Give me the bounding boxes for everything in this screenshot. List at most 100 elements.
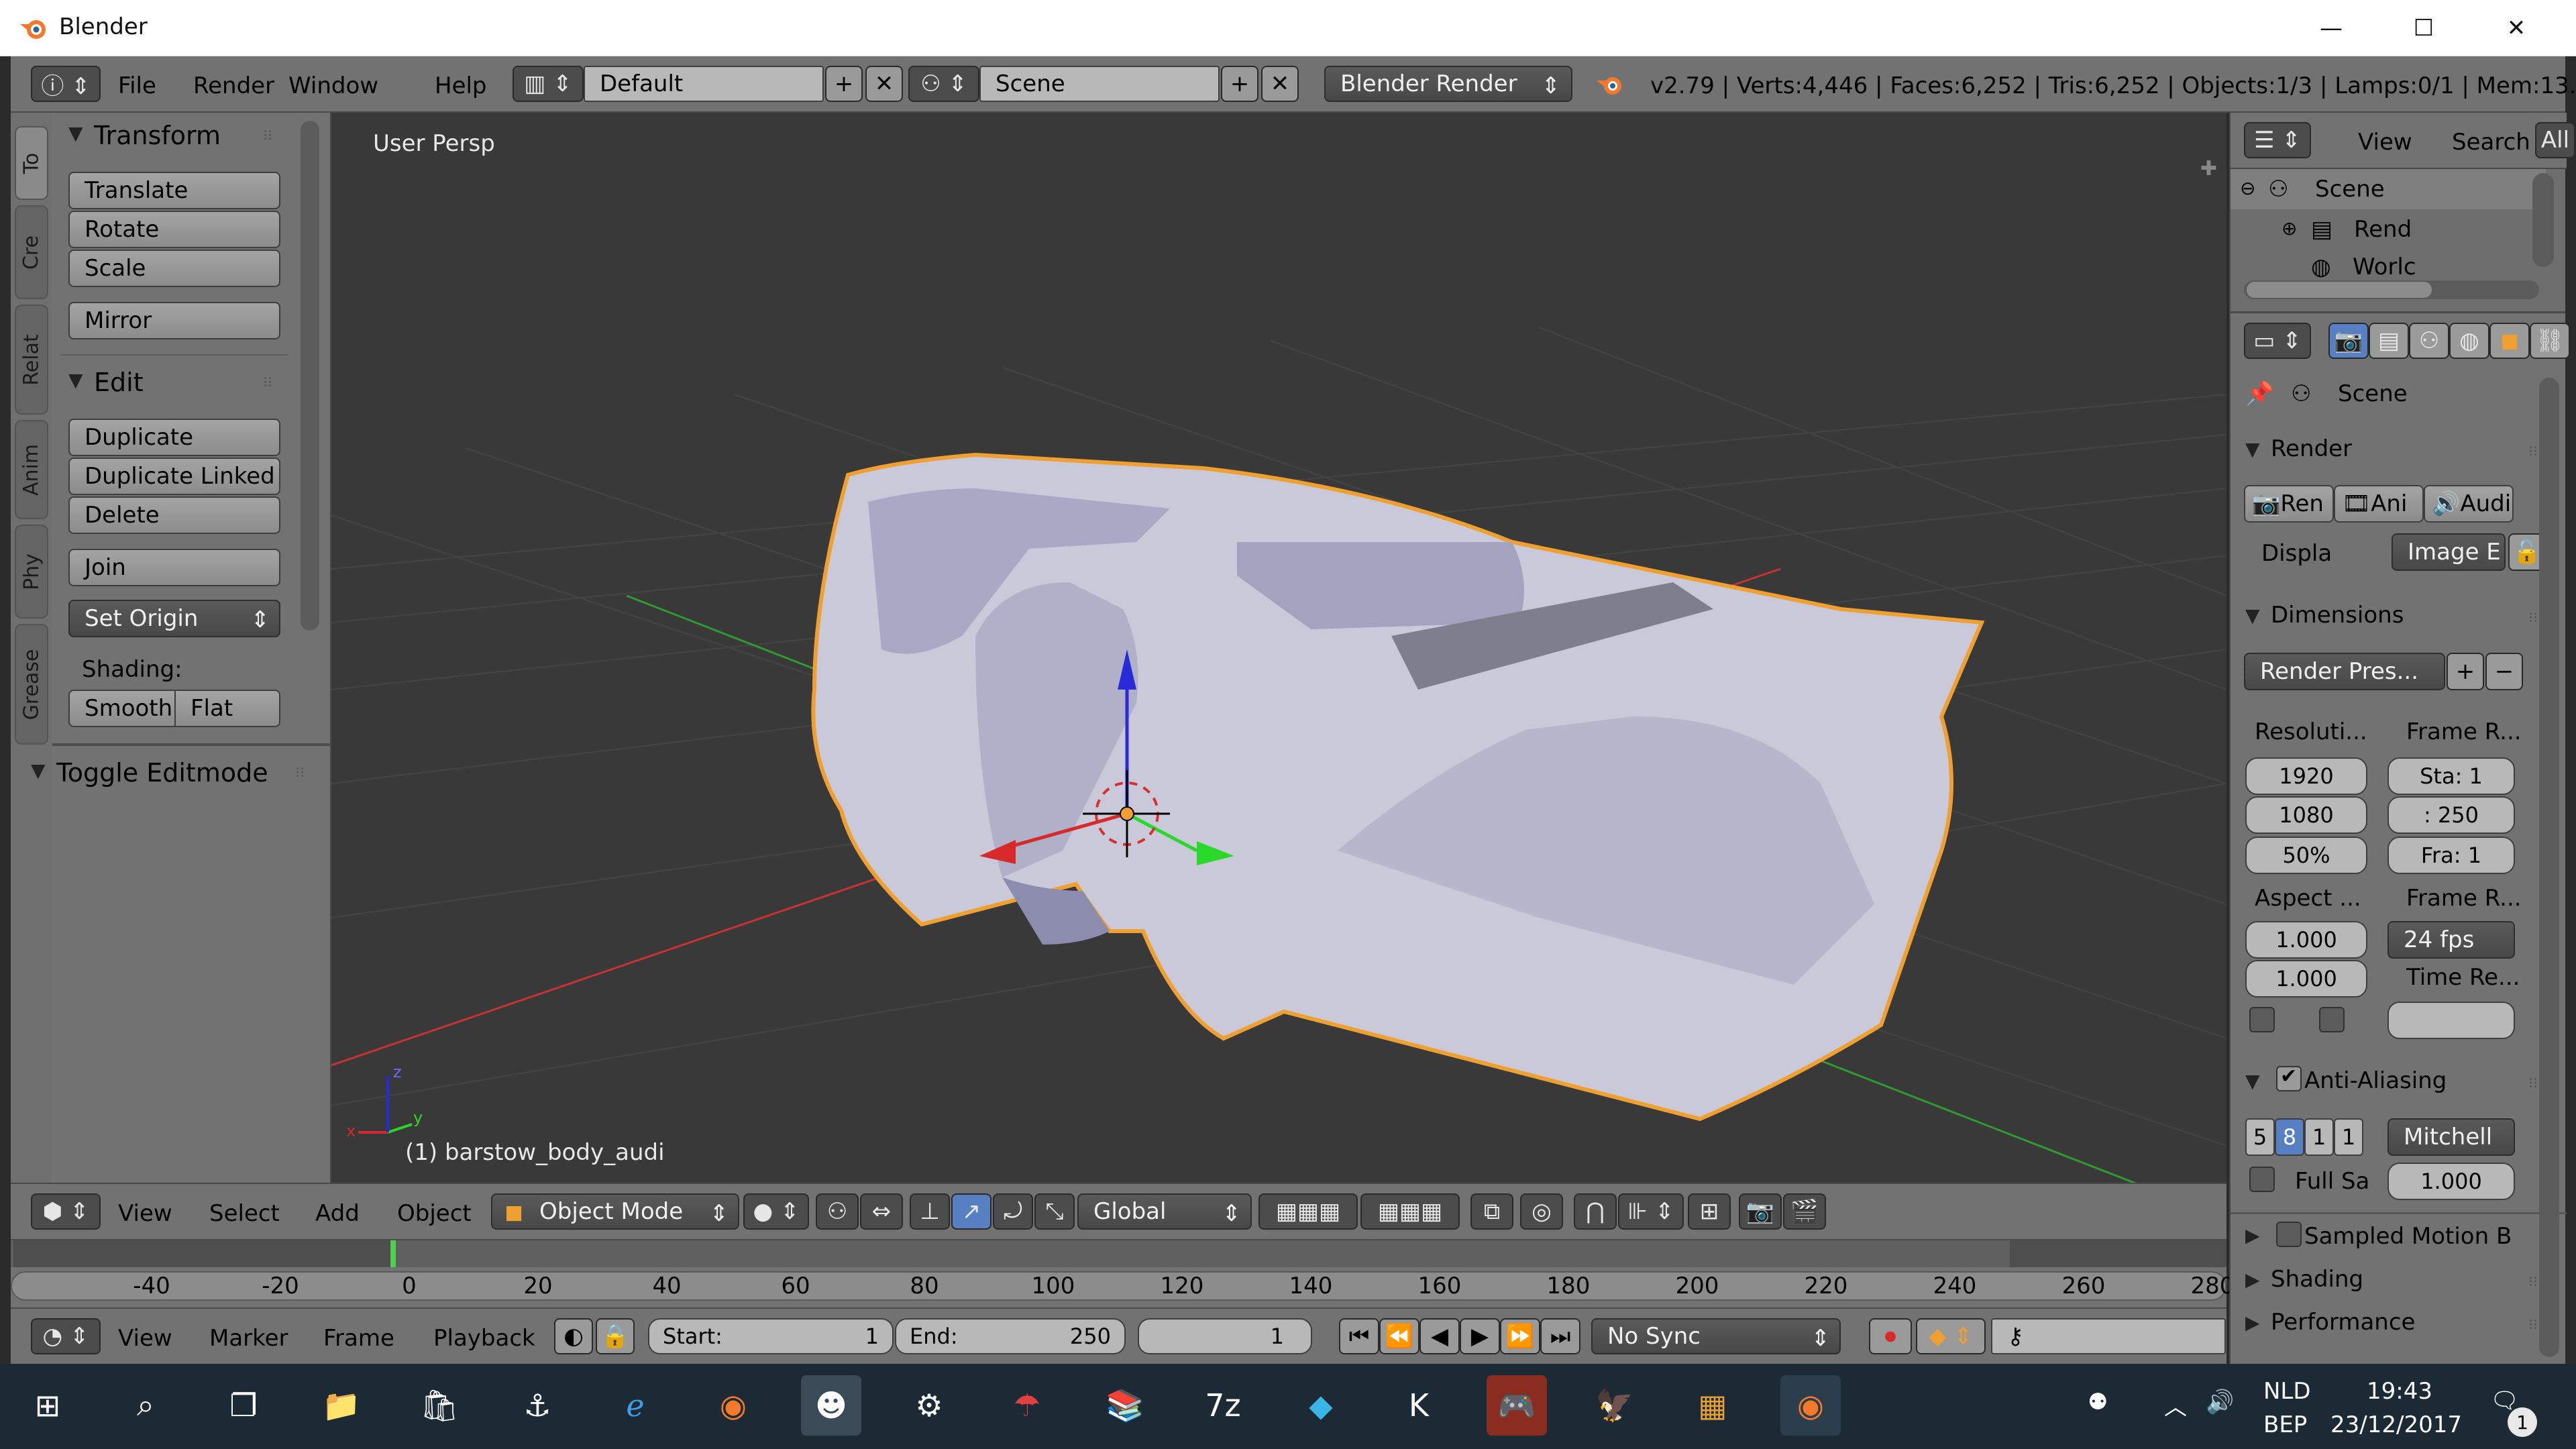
snap-magnet-icon[interactable]: ⋂ xyxy=(1574,1193,1617,1230)
7zip-icon[interactable]: 7z xyxy=(1193,1375,1253,1436)
maximize-button[interactable]: ☐ xyxy=(2377,0,2470,56)
menu-marker[interactable]: Marker xyxy=(209,1325,288,1352)
layer-lock-icon[interactable]: ⧉ xyxy=(1470,1193,1513,1230)
constraints-context-icon[interactable]: ⛓ xyxy=(2530,323,2570,359)
outliner-menu-view[interactable]: View xyxy=(2358,129,2412,156)
aa-samples-5[interactable]: 5 xyxy=(2245,1118,2275,1156)
frame-end-field[interactable]: : 250 xyxy=(2387,796,2515,834)
tab-relations[interactable]: Relat xyxy=(15,305,48,415)
start-frame-field[interactable]: Start: 1 xyxy=(648,1318,894,1354)
menu-add[interactable]: Add xyxy=(315,1200,360,1227)
filter-size-field[interactable]: 1.000 xyxy=(2387,1163,2515,1200)
manipulator-axis-icon[interactable]: ⊥ xyxy=(910,1193,950,1230)
editor-type-info-button[interactable]: ⓘ ⇕ xyxy=(31,66,101,102)
keying-set-field[interactable]: ⚷ xyxy=(1991,1318,2226,1354)
rotate-manipulator-icon[interactable]: ⤾ xyxy=(993,1193,1033,1230)
jump-start-icon[interactable]: ⏮ xyxy=(1339,1318,1379,1354)
frame-rate-dropdown[interactable]: 24 fps xyxy=(2387,921,2515,959)
expand-icon[interactable]: ⊕ xyxy=(2282,217,2297,239)
anti-aliasing-header[interactable]: Anti-Aliasing xyxy=(2304,1067,2447,1094)
performance-panel-header[interactable]: Performance xyxy=(2271,1309,2415,1336)
preview-range-icon[interactable]: ◐ xyxy=(554,1318,593,1354)
file-explorer-icon[interactable]: 📁 xyxy=(311,1375,372,1436)
collapse-triangle-icon[interactable]: ▼ xyxy=(31,759,46,782)
snap-element-icon[interactable]: ⊪ ⇕ xyxy=(1618,1193,1684,1230)
clock-time[interactable]: 19:43 xyxy=(2367,1378,2432,1405)
editor-type-timeline-button[interactable]: ◔ ⇕ xyxy=(31,1318,101,1354)
render-layers-context-icon[interactable]: ▤ xyxy=(2369,323,2409,359)
tab-tools[interactable]: To xyxy=(15,126,48,200)
viewport-shading-button[interactable]: ● ⇕ xyxy=(743,1193,809,1230)
ccleaner-icon[interactable]: ☂ xyxy=(997,1375,1057,1436)
tab-animation[interactable]: Anim xyxy=(15,420,48,519)
join-button[interactable]: Join xyxy=(68,549,280,586)
blender-taskbar-icon[interactable]: ◉ xyxy=(1780,1375,1841,1436)
play-icon[interactable]: ▶ xyxy=(1460,1318,1500,1354)
opengl-render-icon[interactable]: 📷 xyxy=(1739,1193,1782,1230)
render-context-icon[interactable]: 📷 xyxy=(2328,323,2369,359)
duplicate-button[interactable]: Duplicate xyxy=(68,419,280,456)
transform-orientation-dropdown[interactable]: Global ⇕ xyxy=(1077,1193,1252,1230)
motion-blur-checkbox[interactable] xyxy=(2276,1222,2302,1247)
panel-grip-icon[interactable]: ⁝⁝ xyxy=(2528,443,2538,460)
panel-grip-icon[interactable]: ⁝⁝ xyxy=(295,765,305,782)
add-preset-button[interactable]: + xyxy=(2447,653,2484,690)
current-frame-field[interactable]: 1 xyxy=(1138,1318,1312,1354)
collapse-icon[interactable]: ⊖ xyxy=(2240,177,2255,199)
aa-samples-16[interactable]: 1 xyxy=(2334,1118,2363,1156)
editor-type-3d-button[interactable]: ⬢ ⇕ xyxy=(31,1193,101,1230)
collapse-triangle-icon[interactable]: ▼ xyxy=(68,122,83,144)
aspect-y-field[interactable]: 1.000 xyxy=(2245,960,2367,998)
render-presets-dropdown[interactable]: Render Pres... xyxy=(2244,653,2445,690)
language-top[interactable]: NLD xyxy=(2263,1378,2311,1405)
max-payne-icon[interactable]: 🎮 xyxy=(1487,1375,1547,1436)
properties-toggle-icon[interactable]: ✚ xyxy=(2200,157,2217,180)
duplicate-linked-button[interactable]: Duplicate Linked xyxy=(68,458,280,495)
sync-dropdown[interactable]: No Sync ⇕ xyxy=(1591,1318,1841,1354)
translate-button[interactable]: Translate xyxy=(68,172,280,209)
toggle-editmode-header[interactable]: Toggle Editmode xyxy=(56,758,268,788)
proportional-edit-icon[interactable]: ◎ xyxy=(1520,1193,1563,1230)
jump-keyframe-back-icon[interactable]: ⏪ xyxy=(1379,1318,1419,1354)
collapse-triangle-icon[interactable]: ▼ xyxy=(2245,604,2260,627)
play-reverse-icon[interactable]: ◀ xyxy=(1419,1318,1460,1354)
aa-filter-dropdown[interactable]: Mitchell xyxy=(2387,1118,2515,1156)
outliner-item-scene[interactable]: Scene xyxy=(2315,176,2385,203)
winrar-icon[interactable]: 📚 xyxy=(1095,1375,1155,1436)
scale-button[interactable]: Scale xyxy=(68,250,280,287)
render-animation-button[interactable]: 🎞 Ani xyxy=(2334,485,2424,523)
menu-frame[interactable]: Frame xyxy=(323,1325,394,1352)
shading-panel-header[interactable]: Shading xyxy=(2271,1266,2363,1293)
close-button[interactable]: ✕ xyxy=(2470,0,2563,56)
resolution-percent-field[interactable]: 50% xyxy=(2245,837,2367,874)
display-dropdown[interactable]: Image E xyxy=(2392,533,2506,571)
editor-type-properties-button[interactable]: ▭ ⇕ xyxy=(2244,323,2311,359)
start-windows-icon[interactable]: ⊞ xyxy=(17,1375,78,1436)
menu-file[interactable]: File xyxy=(118,72,156,99)
screen-layout-icon[interactable]: ▥ ⇕ xyxy=(513,66,584,102)
translate-manipulator-icon[interactable]: ↗ xyxy=(951,1193,991,1230)
expand-triangle-icon[interactable]: ▶ xyxy=(2245,1311,2260,1334)
outliner-display-mode[interactable]: All xyxy=(2535,122,2575,158)
border-checkbox[interactable] xyxy=(2249,1007,2275,1032)
render-engine-dropdown[interactable]: Blender Render ⇕ xyxy=(1324,66,1572,102)
frame-start-field[interactable]: Sta: 1 xyxy=(2387,757,2515,795)
delete-button[interactable]: Delete xyxy=(68,496,280,534)
task-view-icon[interactable]: ❐ xyxy=(213,1375,274,1436)
crop-checkbox[interactable] xyxy=(2319,1007,2345,1032)
volume-icon[interactable]: 🔊 xyxy=(2206,1389,2234,1415)
outliner-menu-search[interactable]: Search xyxy=(2452,129,2530,156)
car-body-mesh[interactable] xyxy=(811,452,1985,1122)
expand-triangle-icon[interactable]: ▶ xyxy=(2245,1269,2260,1291)
avg-icon[interactable]: ▦ xyxy=(1682,1375,1743,1436)
render-audio-button[interactable]: 🔊 Audi xyxy=(2424,485,2514,523)
jump-keyframe-forward-icon[interactable]: ⏩ xyxy=(1500,1318,1540,1354)
rotate-button[interactable]: Rotate xyxy=(68,211,280,248)
properties-scrollbar[interactable] xyxy=(2539,378,2559,1357)
menu-object[interactable]: Object xyxy=(397,1200,472,1227)
mirror-button[interactable]: Mirror xyxy=(68,302,280,339)
layers-group-1[interactable]: ▦▦▦ xyxy=(1258,1193,1358,1230)
tray-chevron-icon[interactable]: ︿ xyxy=(2164,1389,2187,1421)
end-frame-field[interactable]: End: 250 xyxy=(895,1318,1126,1354)
tool-shelf-scrollbar[interactable] xyxy=(301,121,319,631)
